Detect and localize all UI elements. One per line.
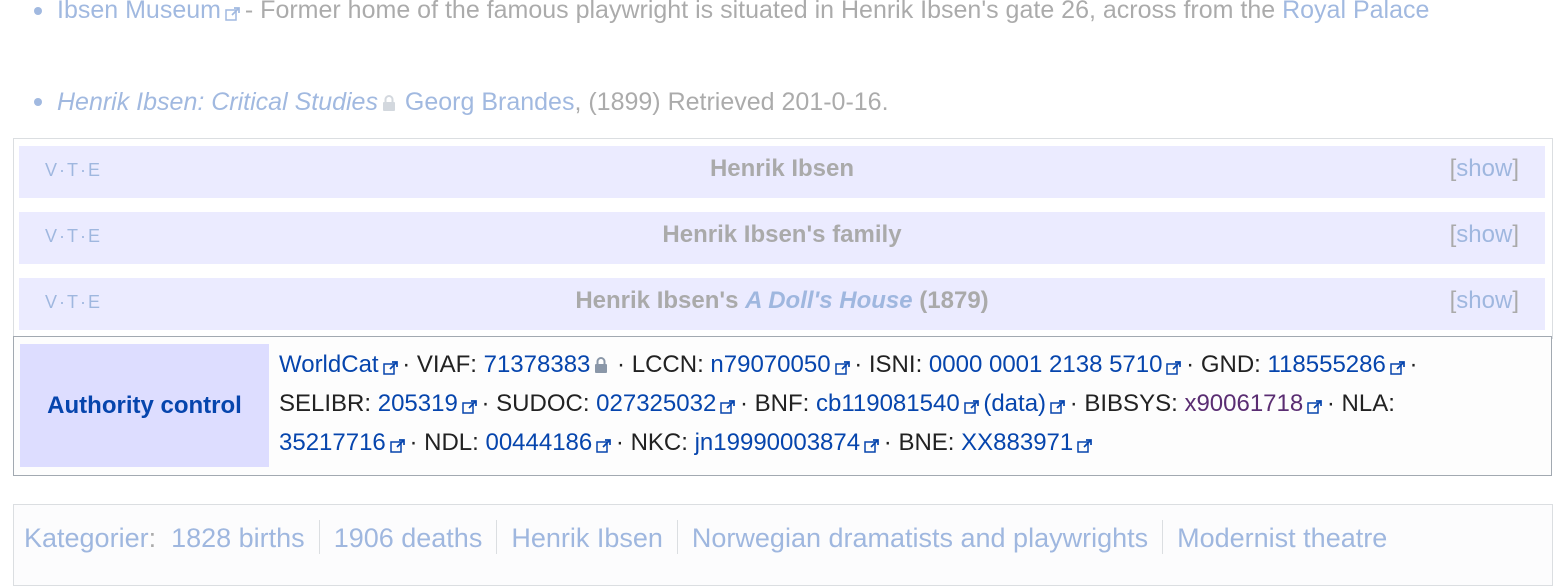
category-separator [496, 520, 498, 554]
category-link[interactable]: 1906 deaths [334, 523, 483, 553]
external-link-icon [1166, 360, 1182, 375]
isni-link[interactable]: 0000 0001 2138 5710 [929, 351, 1163, 378]
nkc-link[interactable]: jn19990003874 [695, 429, 861, 456]
navbox-ibsen-family: V·T·E Henrik Ibsen's family [show] [19, 212, 1545, 264]
list-bullet [34, 98, 42, 106]
external-link-icon [596, 438, 612, 453]
navbox-henrik-ibsen: V·T·E Henrik Ibsen [show] [19, 146, 1545, 198]
reference-item-ibsen-museum: Ibsen Museum - Former home of the famous… [57, 0, 1527, 32]
navbox-title: Henrik Ibsen [709, 155, 855, 182]
category-bar: Kategorier: 1828 births 1906 deaths Henrik… [13, 504, 1553, 586]
navbox-title: Henrik Ibsen's family [662, 221, 902, 248]
sudoc-link[interactable]: 027325032 [596, 390, 716, 417]
external-link-icon [462, 399, 477, 414]
categories-label-link[interactable]: Kategorier [24, 523, 149, 553]
authority-control-list: WorldCat · VIAF: 71378383 · LCCN: n79070… [279, 351, 1418, 456]
authority-control-label[interactable]: Authority control [20, 344, 269, 467]
category-link[interactable]: Modernist theatre [1177, 523, 1387, 553]
viaf-link[interactable]: 71378383 [484, 351, 591, 378]
navbox-show-toggle[interactable]: [show] [1450, 155, 1519, 183]
bne-link[interactable]: XX883971 [961, 429, 1073, 456]
lock-icon [378, 88, 398, 116]
external-link-icon [1050, 399, 1065, 414]
reference-date: , (1899) Retrieved 201-0-16. [574, 88, 889, 116]
external-link-icon [1077, 438, 1093, 453]
gnd-link[interactable]: 118555286 [1268, 351, 1386, 378]
external-link-icon [834, 360, 850, 375]
bnf-data-link[interactable]: (data) [983, 390, 1046, 417]
royal-palace-link[interactable]: Royal Palace [1282, 0, 1429, 24]
external-link-icon [864, 438, 879, 453]
critical-studies-link[interactable]: Henrik Ibsen: Critical Studies [57, 88, 378, 116]
external-link-icon [390, 438, 405, 453]
external-link-icon [1390, 360, 1405, 375]
external-link-icon [1307, 399, 1323, 414]
lock-icon [590, 351, 610, 378]
lccn-link[interactable]: n79070050 [710, 351, 830, 378]
dolls-house-link[interactable]: A Doll's House [745, 287, 913, 314]
external-link-icon [963, 399, 979, 414]
category-separator [1162, 520, 1164, 554]
category-link[interactable]: Henrik Ibsen [511, 523, 663, 553]
external-link-icon [720, 399, 736, 414]
reference-text: - Former home of the famous playwright i… [237, 0, 1283, 24]
category-separator [676, 520, 678, 554]
category-separator [318, 520, 320, 554]
nla-link[interactable]: 35217716 [279, 429, 386, 456]
external-link-icon [225, 6, 240, 21]
reference-item-critical-studies: Henrik Ibsen: Critical Studies Georg Bra… [57, 80, 1527, 124]
bnf-link[interactable]: cb119081540 [816, 390, 960, 417]
navbox-title: Henrik Ibsen's A Doll's House (1879) [575, 287, 989, 314]
navbox-dolls-house: V·T·E Henrik Ibsen's A Doll's House (187… [19, 278, 1545, 330]
authority-control-box: Authority control WorldCat · VIAF: 71378… [13, 336, 1552, 476]
list-bullet [34, 7, 42, 15]
category-link[interactable]: Norwegian dramatists and playwrights [692, 523, 1148, 553]
category-link[interactable]: 1828 births [171, 523, 305, 553]
worldcat-link[interactable]: WorldCat [279, 351, 379, 378]
navbox-show-toggle[interactable]: [show] [1450, 287, 1519, 315]
georg-brandes-link[interactable]: Georg Brandes [405, 88, 575, 116]
navbox-show-toggle[interactable]: [show] [1450, 221, 1519, 249]
bibsys-link[interactable]: x90061718 [1184, 390, 1303, 417]
selibr-link[interactable]: 205319 [378, 390, 458, 417]
ndl-link[interactable]: 00444186 [485, 429, 592, 456]
external-link-icon [382, 360, 398, 375]
ibsen-museum-link[interactable]: Ibsen Museum [57, 0, 221, 24]
